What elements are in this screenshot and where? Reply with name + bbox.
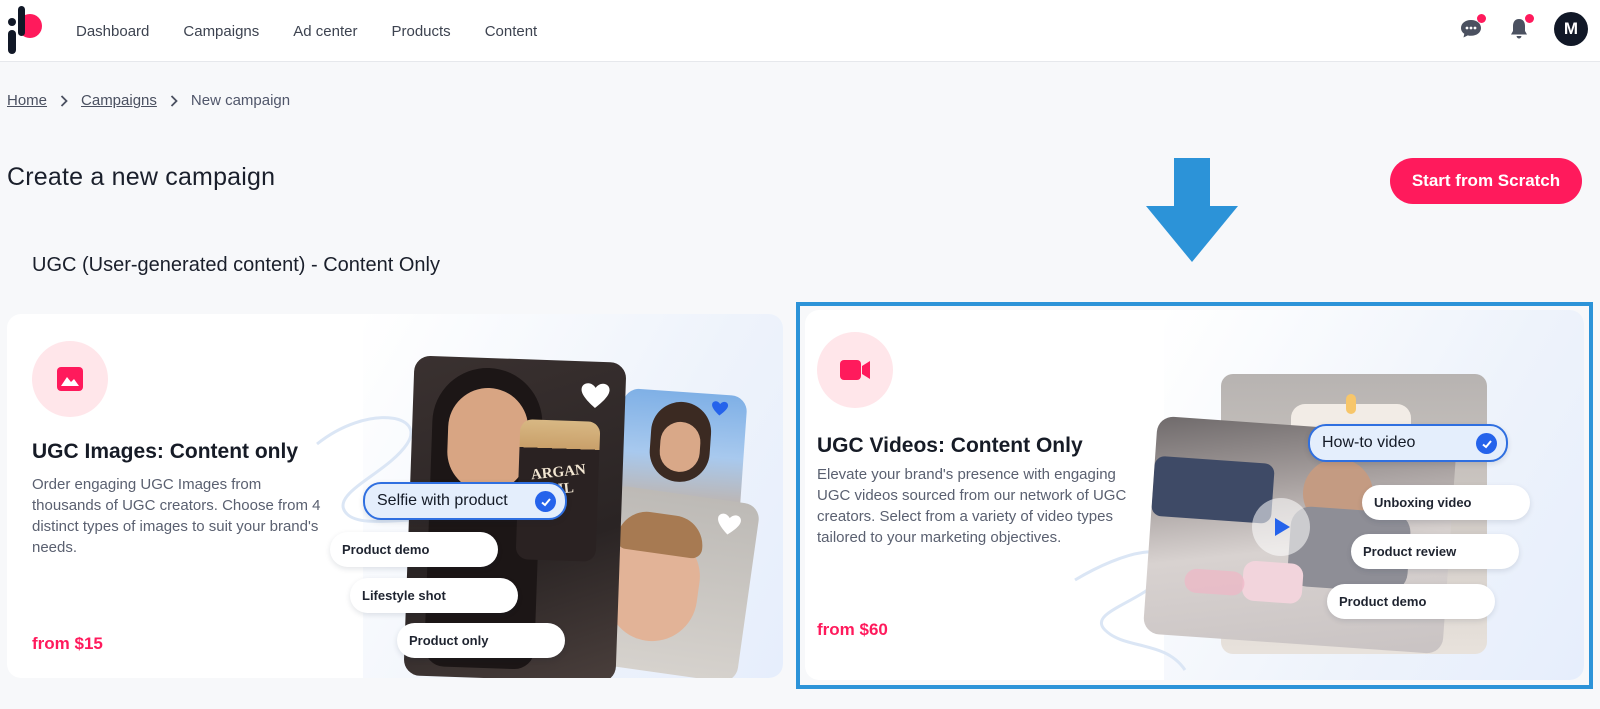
ugc-videos-card[interactable]: UGC Videos: Content Only Elevate your br… [805, 310, 1584, 680]
chip-label: Unboxing video [1374, 495, 1472, 510]
chip-how-to-video[interactable]: How-to video [1308, 424, 1508, 462]
check-icon [1476, 433, 1497, 454]
chip-label: Product demo [1339, 594, 1427, 609]
top-navigation-bar: Dashboard Campaigns Ad center Products C… [0, 0, 1600, 62]
breadcrumb-home[interactable]: Home [7, 92, 47, 109]
chip-selfie-with-product[interactable]: Selfie with product [363, 482, 567, 520]
check-icon [535, 491, 556, 512]
nav-item-campaigns[interactable]: Campaigns [183, 23, 259, 40]
ugc-images-price: from $15 [32, 634, 103, 653]
chip-product-demo[interactable]: Product demo [330, 532, 498, 567]
video-icon-badge [817, 332, 893, 408]
image-icon-badge [32, 341, 108, 417]
heart-icon [581, 383, 610, 408]
header-actions: M [1458, 12, 1588, 46]
nav-item-dashboard[interactable]: Dashboard [76, 23, 149, 40]
play-button[interactable] [1252, 498, 1310, 556]
chip-product-demo[interactable]: Product demo [1327, 584, 1495, 619]
video-camera-icon [840, 360, 870, 380]
chip-unboxing-video[interactable]: Unboxing video [1362, 485, 1530, 520]
notifications-button[interactable] [1506, 14, 1534, 42]
chevron-right-icon [60, 94, 68, 107]
image-icon [57, 367, 83, 391]
heart-icon [712, 401, 729, 416]
chip-label: Product review [1363, 544, 1457, 559]
chip-product-review[interactable]: Product review [1351, 534, 1519, 569]
chip-label: Product demo [342, 542, 430, 557]
start-from-scratch-button[interactable]: Start from Scratch [1390, 158, 1582, 204]
messages-unread-dot [1477, 14, 1486, 23]
ugc-videos-description: Elevate your brand's presence with engag… [817, 466, 1127, 546]
breadcrumb: Home Campaigns New campaign [7, 92, 290, 109]
chip-label: Product only [409, 633, 489, 648]
chip-product-only[interactable]: Product only [397, 623, 565, 658]
chevron-right-icon [170, 94, 178, 107]
ugc-images-description: Order engaging UGC Images from thousands… [32, 476, 321, 556]
user-avatar[interactable]: M [1554, 12, 1588, 46]
messages-button[interactable] [1458, 14, 1486, 42]
chip-label: Selfie with product [377, 492, 508, 509]
chip-lifestyle-shot[interactable]: Lifestyle shot [350, 578, 518, 613]
nav-item-ad-center[interactable]: Ad center [293, 23, 357, 40]
chip-label: How-to video [1322, 434, 1416, 451]
ugc-images-title: UGC Images: Content only [32, 440, 299, 463]
ugc-videos-title: UGC Videos: Content Only [817, 434, 1083, 457]
breadcrumb-campaigns[interactable]: Campaigns [81, 92, 157, 109]
notifications-unread-dot [1525, 14, 1534, 23]
main-nav: Dashboard Campaigns Ad center Products C… [76, 0, 537, 62]
page-title: Create a new campaign [7, 163, 276, 191]
play-icon [1275, 518, 1290, 536]
section-title: UGC (User-generated content) - Content O… [32, 254, 440, 276]
down-arrow-annotation-icon [1146, 158, 1238, 262]
heart-icon [718, 513, 741, 535]
nav-item-content[interactable]: Content [485, 23, 538, 40]
breadcrumb-current: New campaign [190, 92, 291, 109]
ugc-videos-price: from $60 [817, 620, 888, 639]
ugc-images-card[interactable]: UGC Images: Content only Order engaging … [7, 314, 783, 678]
nav-item-products[interactable]: Products [391, 23, 450, 40]
chip-label: Lifestyle shot [362, 588, 446, 603]
brand-logo[interactable] [6, 6, 46, 54]
